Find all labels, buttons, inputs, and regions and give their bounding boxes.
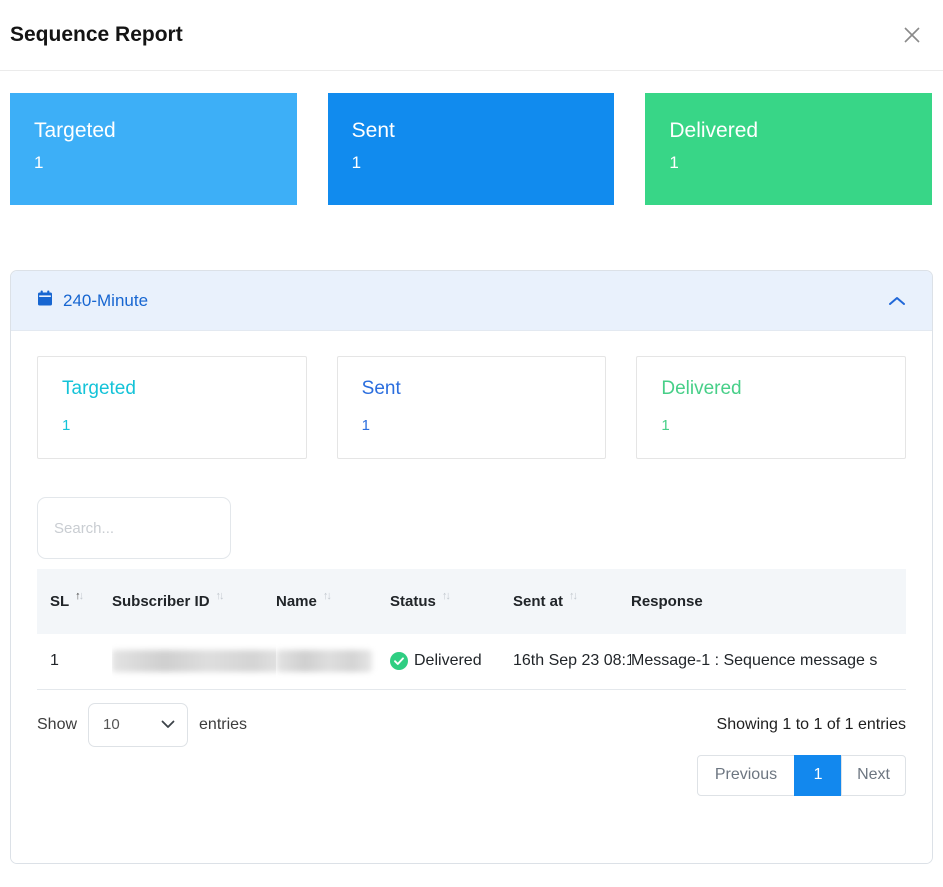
summary-cards-row: Targeted 1 Sent 1 Delivered 1 [10, 93, 932, 205]
cell-status: Delivered [390, 634, 513, 689]
cell-subscriber-id [112, 634, 276, 689]
summary-card-label: Targeted [34, 119, 297, 143]
summary-card-targeted: Targeted 1 [10, 93, 297, 205]
sort-icon: ↑↓ [75, 590, 82, 602]
summary-card-value: 1 [34, 153, 297, 173]
accordion-header[interactable]: 240-Minute [11, 271, 932, 331]
sort-icon: ↑↓ [323, 590, 330, 602]
status-badge: Delivered [414, 652, 482, 670]
column-header-sent-at[interactable]: Sent at↑↓ [513, 569, 631, 634]
column-header-sl[interactable]: SL↑↓ [37, 569, 112, 634]
sequence-step-panel: 240-Minute Targeted 1 Sent 1 Delivered 1 [10, 270, 933, 864]
cell-sent-at: 16th Sep 23 08:18 [513, 634, 631, 689]
modal-header: Sequence Report [0, 0, 943, 71]
page-title: Sequence Report [10, 23, 183, 47]
column-header-subscriber-id[interactable]: Subscriber ID↑↓ [112, 569, 276, 634]
summary-card-delivered: Delivered 1 [645, 93, 932, 205]
summary-card-label: Delivered [669, 119, 932, 143]
chevron-down-icon [161, 720, 175, 729]
show-label: Show [37, 716, 77, 734]
stat-card-value: 1 [362, 417, 606, 434]
sort-icon: ↑↓ [442, 590, 449, 602]
stat-card-label: Targeted [62, 378, 306, 400]
accordion-body: Targeted 1 Sent 1 Delivered 1 [11, 331, 932, 863]
summary-card-label: Sent [352, 119, 615, 143]
summary-card-value: 1 [352, 153, 615, 173]
column-header-response: Response [631, 569, 906, 634]
table-row: 1 Delivered [37, 634, 906, 689]
stat-card-label: Sent [362, 378, 606, 400]
sort-icon: ↑↓ [216, 590, 223, 602]
calendar-icon [37, 290, 53, 311]
stat-card-sent: Sent 1 [337, 356, 607, 459]
stat-card-targeted: Targeted 1 [37, 356, 307, 459]
column-header-name[interactable]: Name↑↓ [276, 569, 390, 634]
table-header-row: SL↑↓ Subscriber ID↑↓ Name↑↓ Status↑↓ Sen [37, 569, 906, 634]
page-size-group: Show 10 entries [37, 703, 247, 747]
redacted-name [276, 650, 372, 672]
page-size-value: 10 [103, 716, 120, 733]
summary-card-sent: Sent 1 [328, 93, 615, 205]
page-1-button[interactable]: 1 [794, 755, 842, 796]
stat-card-value: 1 [62, 417, 306, 434]
cell-sl: 1 [37, 634, 112, 689]
table-footer: Show 10 entries Showing 1 to 1 of 1 entr… [37, 703, 906, 747]
redacted-subscriber-id [112, 650, 276, 672]
page-size-select[interactable]: 10 [88, 703, 188, 747]
close-icon[interactable] [897, 20, 927, 50]
column-header-status[interactable]: Status↑↓ [390, 569, 513, 634]
entries-label: entries [199, 716, 247, 734]
chevron-up-icon[interactable] [888, 295, 906, 307]
sequence-report-modal: Sequence Report Targeted 1 Sent 1 Delive… [0, 0, 943, 864]
search-input[interactable] [37, 497, 231, 559]
showing-entries-text: Showing 1 to 1 of 1 entries [717, 716, 906, 734]
previous-page-button[interactable]: Previous [697, 755, 795, 796]
stat-card-delivered: Delivered 1 [636, 356, 906, 459]
accordion-title: 240-Minute [63, 291, 148, 311]
cell-response: Message-1 : Sequence message s [631, 634, 906, 689]
pagination: Previous 1 Next [37, 755, 906, 796]
cell-name [276, 634, 390, 689]
summary-card-value: 1 [669, 153, 932, 173]
next-page-button[interactable]: Next [841, 755, 906, 796]
report-table: SL↑↓ Subscriber ID↑↓ Name↑↓ Status↑↓ Sen [37, 569, 906, 690]
sort-icon: ↑↓ [569, 590, 576, 602]
step-stat-cards-row: Targeted 1 Sent 1 Delivered 1 [37, 356, 906, 459]
check-circle-icon [390, 652, 408, 670]
stat-card-label: Delivered [661, 378, 905, 400]
stat-card-value: 1 [661, 417, 905, 434]
